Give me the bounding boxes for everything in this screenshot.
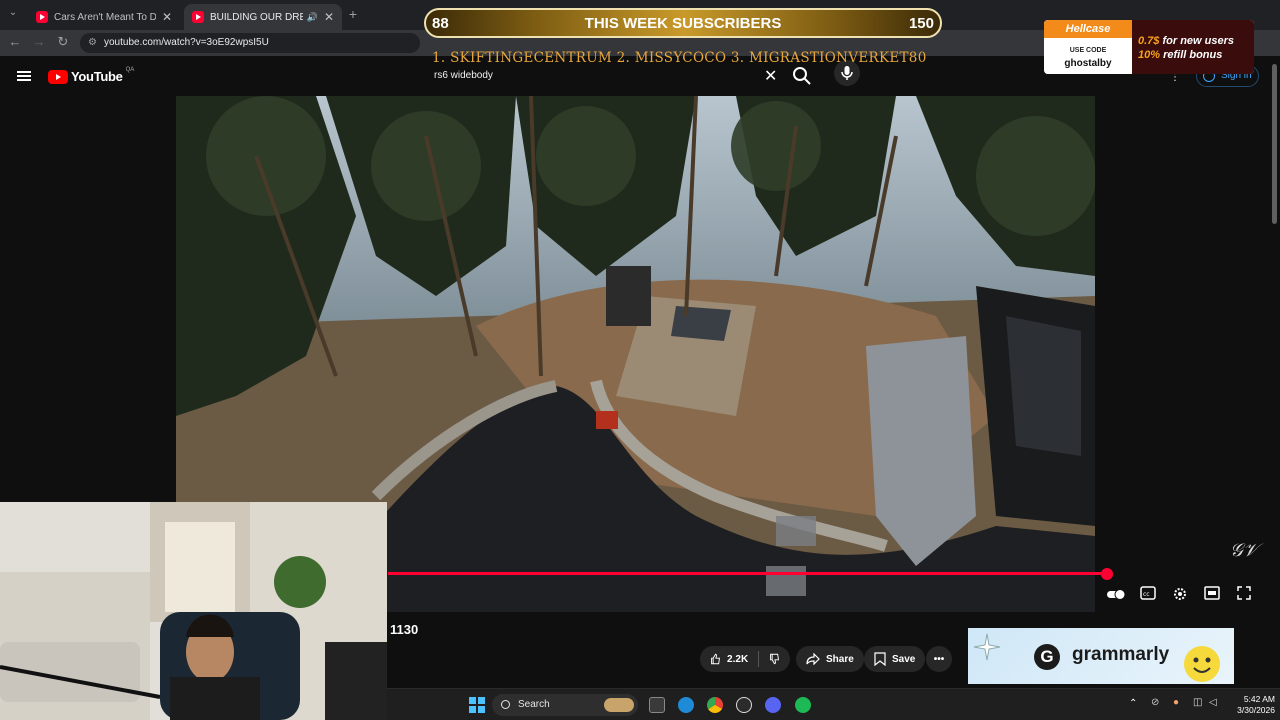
country-code: QA — [125, 66, 135, 73]
youtube-logo-text: YouTube — [71, 69, 123, 84]
smiley-icon — [1184, 646, 1220, 682]
task-view-icon[interactable] — [649, 697, 665, 713]
search-value: rs6 widebody — [434, 70, 493, 81]
hellcase-code-panel: Hellcase USE CODE ghostalby — [1044, 20, 1132, 74]
clock-date: 3/30/2026 — [1237, 705, 1275, 715]
gear-icon — [1174, 588, 1186, 600]
like-button[interactable]: 2.2K — [700, 646, 790, 672]
site-settings-icon[interactable]: ⚙ — [88, 33, 97, 53]
tab-building-dream[interactable]: BUILDING OUR DREAM GO 🔊 ✕ — [184, 4, 342, 30]
settings-button[interactable] — [1171, 586, 1189, 602]
video-progress-bar[interactable] — [388, 572, 1110, 575]
share-icon — [806, 653, 820, 665]
weekly-subscribers-bar: 88 THIS WEEK SUBSCRIBERS 150 — [424, 8, 942, 38]
webcam-feed — [0, 502, 387, 720]
chrome-icon[interactable] — [707, 697, 723, 713]
youtube-favicon-icon — [36, 11, 48, 23]
theater-mode-button[interactable] — [1203, 586, 1221, 602]
offer-1-value: 0.7$ — [1138, 35, 1160, 47]
forward-icon[interactable]: → — [30, 34, 48, 49]
address-bar[interactable]: ⚙ youtube.com/watch?v=3oE92wpsI5U — [80, 33, 420, 53]
grammarly-logo-icon: G — [1034, 644, 1060, 670]
hellcase-logo: Hellcase — [1044, 20, 1132, 38]
search-icon — [501, 700, 510, 709]
volume-icon[interactable]: ◁ — [1209, 697, 1217, 708]
spotify-icon[interactable] — [795, 697, 811, 713]
streamer-webcam — [0, 502, 387, 720]
sparkle-icon — [973, 633, 1001, 661]
show-hidden-icons[interactable]: ⌃ — [1129, 698, 1137, 709]
audio-playing-icon[interactable]: 🔊 — [307, 12, 318, 23]
fullscreen-icon — [1237, 586, 1251, 600]
offer-line-1: 0.7$ for new users — [1138, 34, 1254, 48]
promo-code: ghostalby — [1064, 58, 1112, 69]
offer-2-value: 10% — [1138, 49, 1161, 61]
scrollbar-thumb[interactable] — [1272, 64, 1277, 224]
tab-title: Cars Aren't Meant To Do That - — [54, 11, 156, 23]
tab-search-chevron-icon[interactable]: ⌄ — [4, 7, 22, 18]
taskbar-search[interactable]: Search — [492, 694, 638, 716]
grammarly-wordmark: grammarly — [1072, 644, 1170, 665]
more-actions-button[interactable]: ••• — [926, 646, 952, 672]
search-highlight-icon — [604, 698, 634, 712]
network-icon[interactable]: ⊘ — [1151, 697, 1159, 708]
taskbar-search-label: Search — [518, 699, 550, 710]
hellcase-offer-panel: 0.7$ for new users 10% refill bonus — [1132, 20, 1254, 74]
back-icon[interactable]: ← — [6, 34, 24, 49]
bookmark-icon — [874, 652, 886, 666]
subtitles-button[interactable]: cc — [1139, 586, 1157, 602]
use-code-label: USE CODE — [1069, 47, 1107, 54]
close-tab-icon[interactable]: ✕ — [156, 10, 172, 24]
thumbs-down-icon[interactable] — [769, 652, 780, 666]
save-button[interactable]: Save — [864, 646, 926, 672]
discord-icon[interactable] — [765, 697, 781, 713]
thumbs-up-icon — [711, 653, 721, 665]
close-tab-icon[interactable]: ✕ — [318, 10, 334, 24]
top-supporters-list: 1. SKIFTINGECENTRUM 2. MISSYCOCO 3. MIGR… — [432, 50, 927, 66]
tab-cars[interactable]: Cars Aren't Meant To Do That - ✕ — [28, 4, 180, 30]
save-label: Save — [892, 653, 916, 665]
page-scrollbar[interactable] — [1270, 60, 1278, 680]
hellcase-sponsor-banner: Hellcase USE CODE ghostalby 0.7$ for new… — [1044, 20, 1254, 74]
microphone-icon[interactable]: ● — [1173, 697, 1179, 708]
wifi-icon[interactable]: ◫ — [1193, 697, 1202, 708]
edge-icon[interactable] — [678, 697, 694, 713]
view-count: 1130 — [390, 622, 419, 637]
share-button[interactable]: Share — [796, 646, 864, 672]
search-icon[interactable] — [790, 64, 814, 88]
fullscreen-button[interactable] — [1235, 586, 1253, 602]
autoplay-toggle[interactable] — [1106, 586, 1126, 602]
autoplay-icon — [1107, 589, 1126, 600]
offer-line-2: 10% refill bonus — [1138, 48, 1254, 62]
svg-text:cc: cc — [1143, 591, 1150, 598]
menu-icon[interactable] — [17, 71, 31, 81]
new-tab-icon[interactable]: + — [344, 6, 362, 22]
offer-1-text: for new users — [1159, 35, 1234, 47]
reload-icon[interactable]: ↻ — [54, 34, 72, 50]
windows-start-icon[interactable] — [469, 697, 485, 713]
progress-scrubber[interactable] — [1101, 568, 1113, 580]
search-input[interactable]: rs6 widebody ✕ — [428, 62, 812, 90]
obs-icon[interactable] — [736, 697, 752, 713]
offer-2-text: refill bonus — [1160, 49, 1223, 61]
grammarly-ad[interactable]: G grammarly — [968, 628, 1234, 684]
youtube-play-icon — [48, 69, 68, 84]
subs-title: THIS WEEK SUBSCRIBERS — [584, 15, 782, 32]
closed-captions-icon: cc — [1140, 586, 1156, 600]
youtube-favicon-icon — [192, 11, 204, 23]
tab-title: BUILDING OUR DREAM GO — [210, 11, 303, 23]
like-count: 2.2K — [727, 653, 749, 665]
share-label: Share — [826, 653, 854, 665]
windows-taskbar: Search ⌃ ⊘ ● ◫ ◁ 5:42 AM 3/30/2026 — [387, 688, 1280, 720]
system-clock[interactable]: 5:42 AM 3/30/2026 — [1227, 694, 1275, 716]
subs-goal-end: 150 — [908, 15, 934, 32]
more-horizontal-icon: ••• — [933, 653, 945, 665]
clock-time: 5:42 AM — [1243, 694, 1275, 704]
clear-search-icon[interactable]: ✕ — [764, 66, 777, 86]
miniplayer-icon — [1204, 586, 1220, 600]
channel-watermark[interactable]: 𝒢𝒱 — [1230, 540, 1258, 561]
youtube-logo[interactable]: YouTube QA — [48, 66, 135, 84]
address-url: youtube.com/watch?v=3oE92wpsI5U — [104, 37, 269, 48]
